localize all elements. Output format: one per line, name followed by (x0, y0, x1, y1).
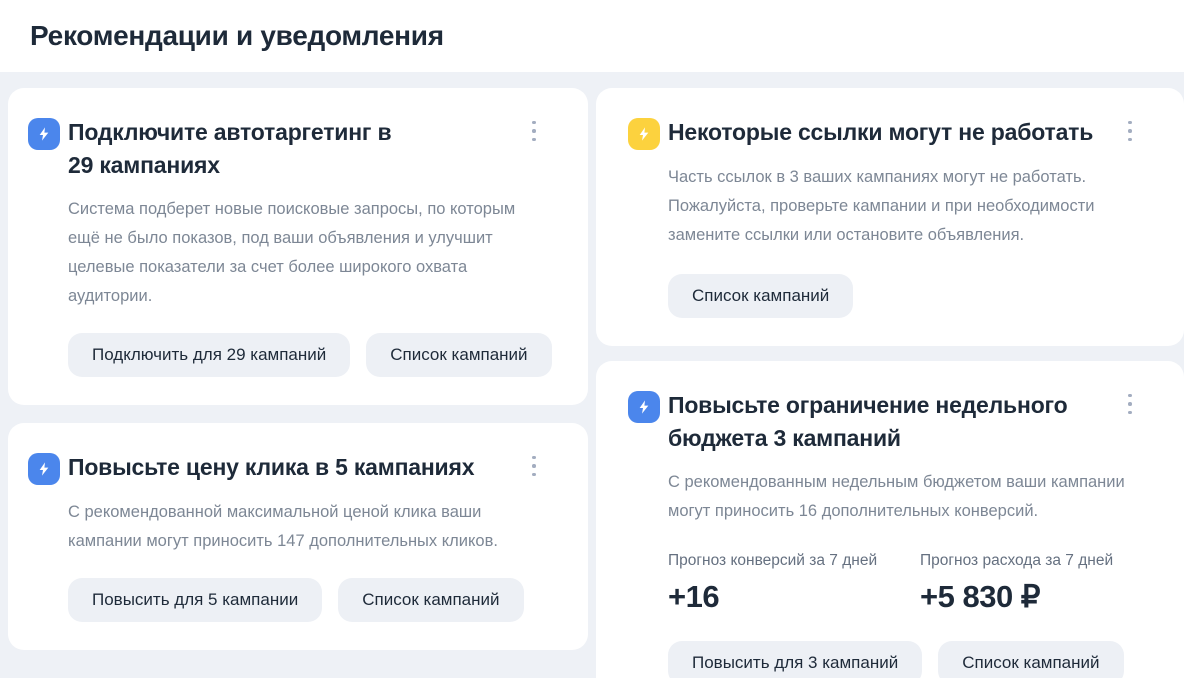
card-header: Некоторые ссылки могут не работать (628, 116, 1156, 150)
lightning-icon (628, 118, 660, 150)
lightning-icon (628, 391, 660, 423)
card-autotargeting: Подключите автотаргетинг в 29 кампаниях … (8, 88, 588, 405)
stat-value: +16 (668, 579, 920, 615)
campaign-list-button[interactable]: Список кампаний (938, 641, 1123, 678)
card-click-price: Повысьте цену клика в 5 кампаниях С реко… (8, 423, 588, 650)
card-actions: Подключить для 29 кампаний Список кампан… (68, 333, 560, 377)
card-description: С рекомендованным недельным бюджетом ваш… (668, 468, 1128, 526)
lightning-icon (28, 453, 60, 485)
card-weekly-budget: Повысьте ограничение недельного бюджета … (596, 361, 1184, 678)
page-title: Рекомендации и уведомления (30, 20, 444, 52)
conversions-forecast: Прогноз конверсий за 7 дней +16 (668, 552, 920, 615)
stat-label: Прогноз конверсий за 7 дней (668, 552, 920, 570)
card-header: Подключите автотаргетинг в 29 кампаниях (28, 116, 560, 182)
card-broken-links: Некоторые ссылки могут не работать Часть… (596, 88, 1184, 346)
raise-budget-button[interactable]: Повысить для 3 кампаний (668, 641, 922, 678)
more-options-button[interactable] (524, 453, 544, 479)
campaign-list-button[interactable]: Список кампаний (668, 274, 853, 318)
left-column: Подключите автотаргетинг в 29 кампаниях … (8, 88, 588, 678)
card-description: Система подберет новые поисковые запросы… (68, 195, 528, 311)
card-header: Повысьте цену клика в 5 кампаниях (28, 451, 560, 485)
lightning-icon (28, 118, 60, 150)
forecast-stats: Прогноз конверсий за 7 дней +16 Прогноз … (668, 552, 1156, 615)
card-title: Повысьте ограничение недельного бюджета … (668, 389, 1108, 455)
campaign-list-button[interactable]: Список кампаний (366, 333, 551, 377)
card-description: Часть ссылок в 3 ваших кампаниях могут н… (668, 163, 1130, 250)
stat-label: Прогноз расхода за 7 дней (920, 552, 1113, 570)
card-title: Некоторые ссылки могут не работать (668, 116, 1093, 149)
card-actions: Повысить для 5 кампании Список кампаний (68, 578, 560, 622)
more-options-button[interactable] (1120, 391, 1140, 417)
right-column: Некоторые ссылки могут не работать Часть… (596, 88, 1184, 678)
card-description: С рекомендованной максимальной ценой кли… (68, 498, 518, 556)
spend-forecast: Прогноз расхода за 7 дней +5 830 ₽ (920, 552, 1113, 615)
stat-value: +5 830 ₽ (920, 579, 1113, 615)
raise-click-price-button[interactable]: Повысить для 5 кампании (68, 578, 322, 622)
card-actions: Повысить для 3 кампаний Список кампаний (668, 641, 1156, 678)
page-header: Рекомендации и уведомления (0, 0, 1184, 72)
more-options-button[interactable] (1120, 118, 1140, 144)
card-actions: Список кампаний (668, 274, 1156, 318)
recommendations-grid: Подключите автотаргетинг в 29 кампаниях … (8, 88, 1184, 678)
campaign-list-button[interactable]: Список кампаний (338, 578, 523, 622)
card-title: Подключите автотаргетинг в 29 кампаниях (68, 116, 413, 182)
card-header: Повысьте ограничение недельного бюджета … (628, 389, 1156, 455)
more-options-button[interactable] (524, 118, 544, 144)
apply-autotargeting-button[interactable]: Подключить для 29 кампаний (68, 333, 350, 377)
card-title: Повысьте цену клика в 5 кампаниях (68, 451, 474, 484)
